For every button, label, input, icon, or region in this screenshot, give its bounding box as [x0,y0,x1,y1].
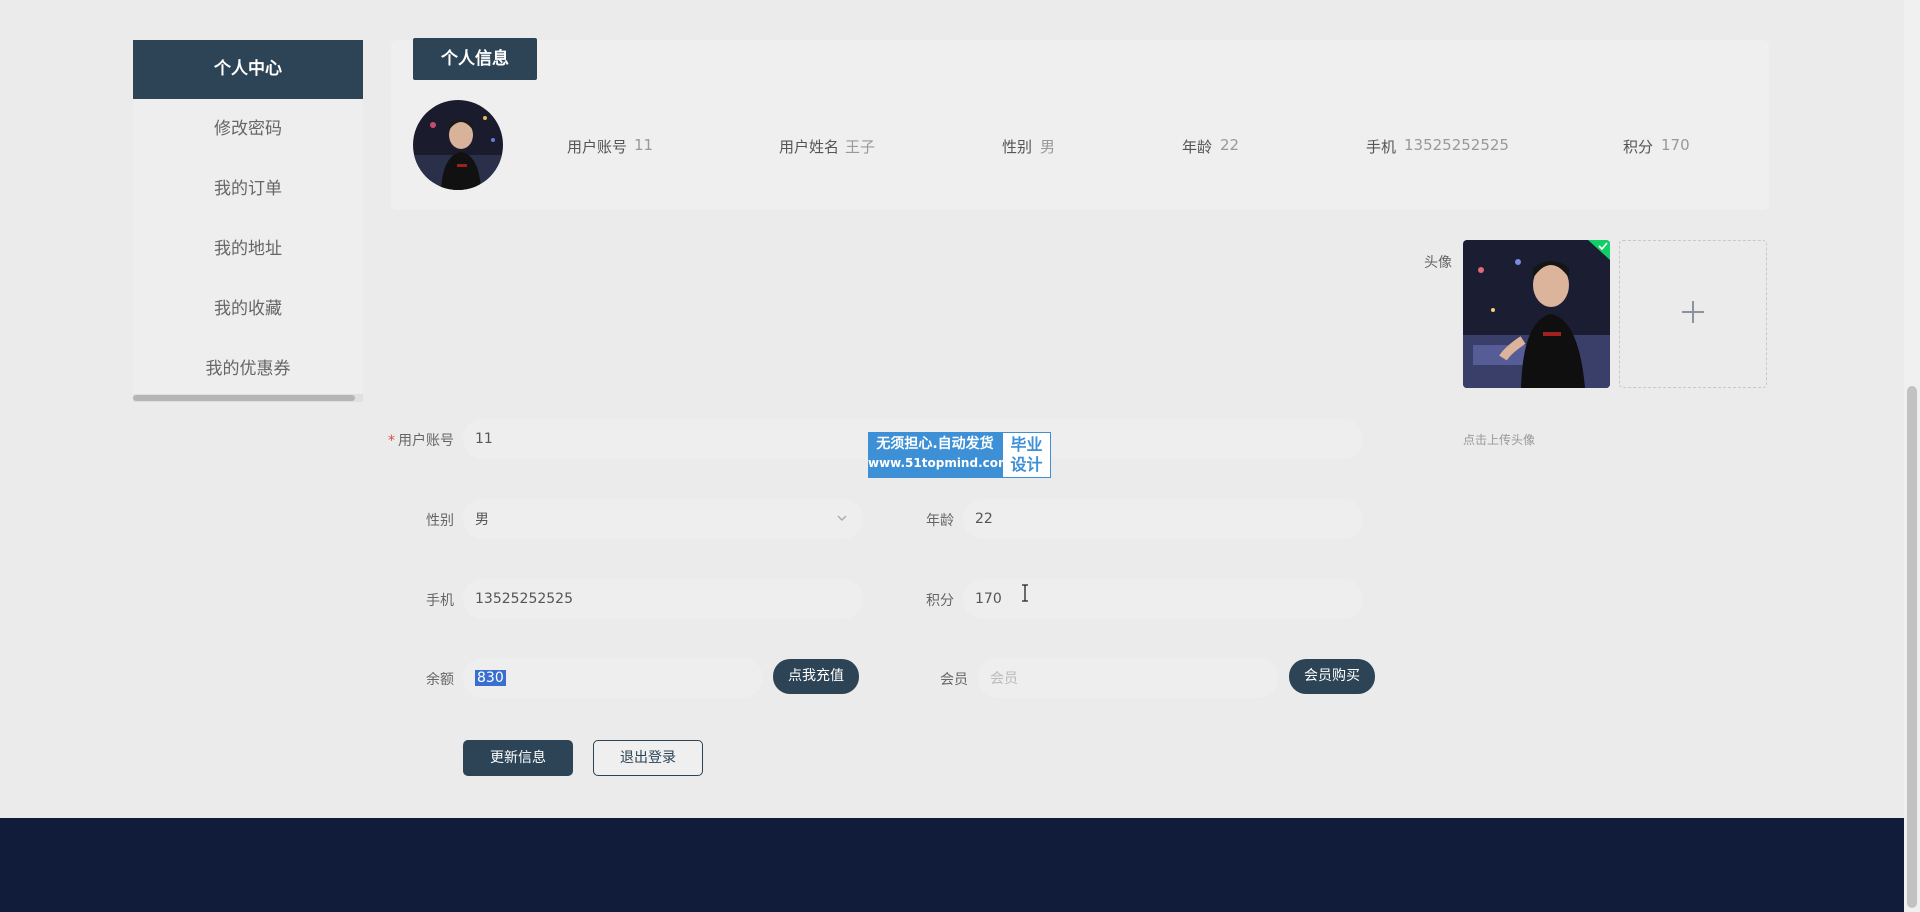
balance-field-label: 余额 [426,672,454,688]
logout-button[interactable]: 退出登录 [593,740,703,776]
user-avatar [413,100,503,190]
age-input[interactable]: 22 [963,499,1363,539]
points-field-label: 积分 [926,593,954,609]
update-info-button[interactable]: 更新信息 [463,740,573,776]
sidebar-item-my-favorites[interactable]: 我的收藏 [133,279,363,339]
info-phone-label: 手机 [1366,138,1397,156]
balance-input[interactable]: 830 [463,658,763,698]
personal-info-card [391,40,1769,210]
gender-select[interactable]: 男 [463,499,863,539]
sidebar-scrollbar-thumb[interactable] [133,395,355,401]
info-age-label: 年龄 [1182,138,1213,156]
balance-value-selected: 830 [475,670,506,686]
watermark-tag-line1: 毕业 [1010,435,1043,454]
account-field-label: * 用户账号 [388,433,454,449]
avatar-upload-label: 头像 [1424,255,1452,271]
sidebar-menu: 个人中心 修改密码 我的订单 我的地址 我的收藏 我的优惠券 [133,40,363,402]
phone-field-label: 手机 [426,593,454,609]
gender-field-label: 性别 [426,513,454,529]
sidebar-item-my-address[interactable]: 我的地址 [133,219,363,279]
text-cursor-icon [1021,584,1029,606]
info-points-value: 170 [1661,136,1690,154]
info-gender-value: 男 [1040,138,1056,156]
info-account-value: 11 [634,136,654,154]
info-age-value: 22 [1220,136,1240,154]
sidebar-item-personal-center[interactable]: 个人中心 [133,40,363,99]
upload-success-check-icon [1582,240,1610,260]
member-input[interactable]: 会员 [978,658,1278,698]
age-field-label: 年龄 [926,513,954,529]
uploaded-avatar-preview[interactable] [1463,240,1610,388]
avatar-upload-add-button[interactable] [1619,240,1767,388]
phone-input[interactable]: 13525252525 [463,579,863,619]
info-name-label: 用户姓名 [779,138,840,156]
watermark-tag-line2: 设计 [1010,455,1043,474]
recharge-button[interactable]: 点我充值 [773,659,859,694]
page-footer [0,818,1904,912]
info-phone-value: 13525252525 [1404,136,1509,154]
buy-member-button[interactable]: 会员购买 [1289,659,1375,694]
sidebar-item-my-coupons[interactable]: 我的优惠券 [133,339,363,399]
personal-info-title: 个人信息 [413,38,537,80]
info-gender-label: 性别 [1002,138,1033,156]
info-points-label: 积分 [1623,138,1654,156]
watermark-slogan: 无须担心.自动发货 [876,436,994,452]
sidebar-item-change-password[interactable]: 修改密码 [133,99,363,159]
member-field-label: 会员 [940,672,968,688]
watermark-badge: 无须担心.自动发货 www.51topmind.com 毕业 设计 [868,432,1051,478]
sidebar-horizontal-scrollbar[interactable] [133,394,363,402]
watermark-url: www.51topmind.com [868,456,1011,470]
info-account-label: 用户账号 [567,138,628,156]
sidebar-item-my-orders[interactable]: 我的订单 [133,159,363,219]
avatar-upload-hint: 点击上传头像 [1463,433,1536,447]
info-name-value: 王子 [845,138,876,156]
plus-icon [1680,299,1706,329]
page-scrollbar-thumb[interactable] [1907,386,1917,908]
chevron-down-icon [835,511,849,529]
